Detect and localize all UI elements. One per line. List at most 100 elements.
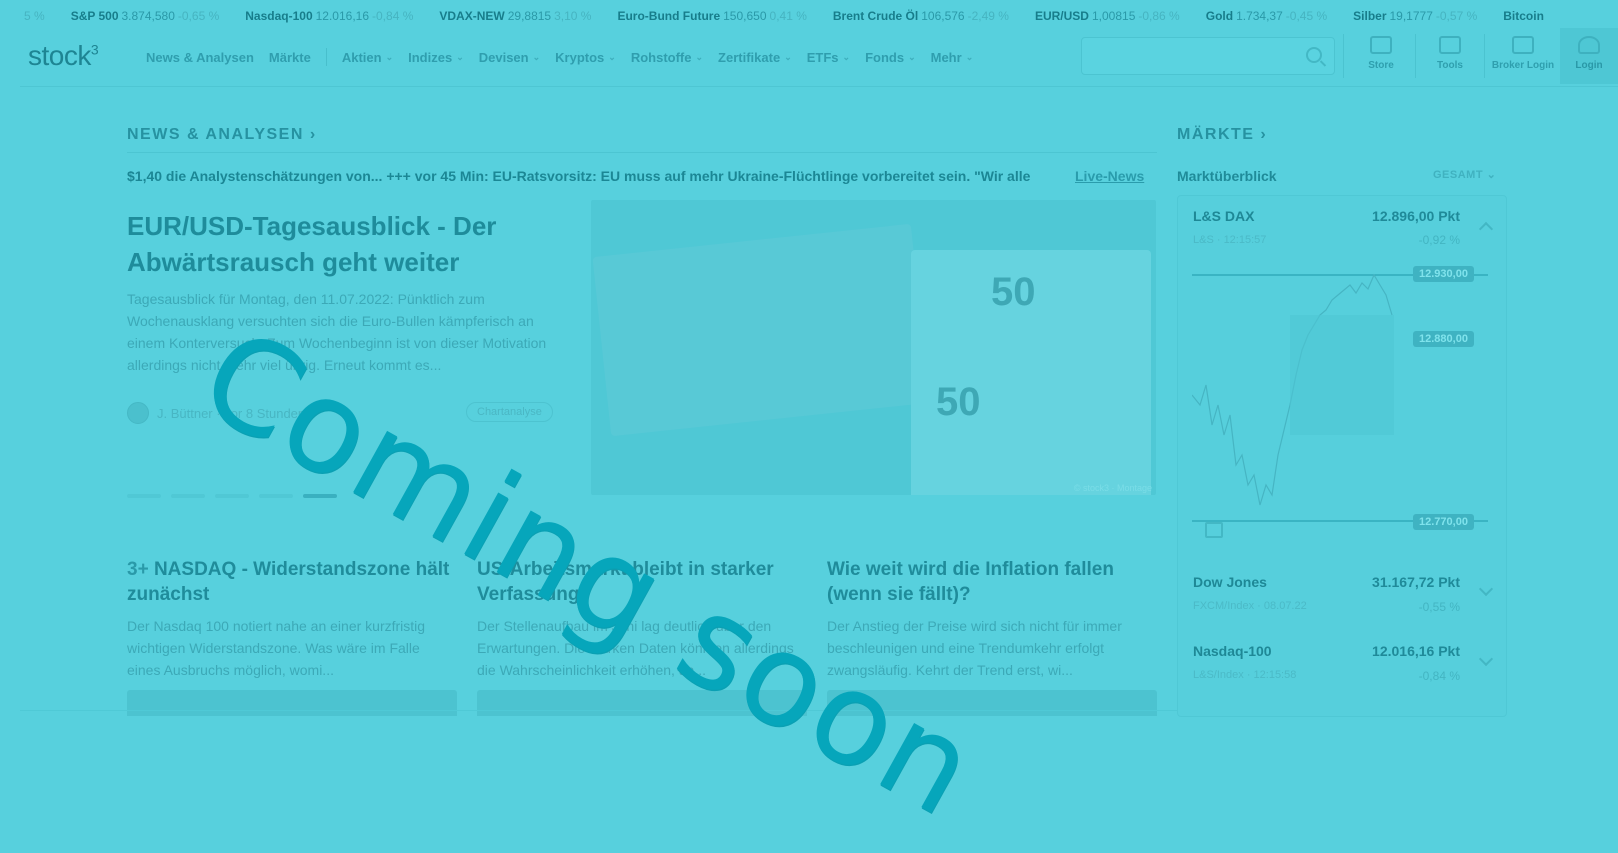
card-title[interactable]: 3+ NASDAQ - Widerstandszone hält zunächs… [127,557,457,607]
ticker-item[interactable]: 5 % [18,0,45,30]
chevron-down-icon: ⌄ [784,51,792,62]
carousel-dot[interactable] [171,494,205,498]
nav-item-indizes[interactable]: Indizes ⌄ [408,50,464,65]
site-header: stock3 News & Analysen Märkte Aktien ⌄ Indiz… [20,28,1618,87]
ticker-item[interactable]: Silber 19,1777 -0,57 % [1353,0,1477,30]
store-button[interactable]: Store [1353,28,1409,84]
tools-label: Tools [1437,60,1463,71]
ticker-item[interactable]: Euro-Bund Future 150,650 0,41 % [617,0,806,30]
nav-label: Aktien [341,49,382,65]
market-time: L&S/Index · 12:15:58 [1193,669,1297,681]
store-icon [1370,36,1392,54]
markets-section-title[interactable]: MÄRKTE › [1177,126,1267,144]
note-value: 50 [936,380,981,424]
chart-price-badge: 12.930,00 [1413,266,1474,282]
nav-label: ETFs [806,49,839,65]
lock-icon[interactable] [1205,522,1223,538]
header-divider [1484,34,1485,78]
live-news-link[interactable]: Live-News [1075,168,1144,184]
ticker-change: -0,86 % [1138,9,1180,23]
ticker-name: S&P 500 [70,9,119,23]
ticker-item[interactable]: Gold 1.734,37 -0,45 % [1206,0,1327,30]
carousel-dot[interactable] [127,494,161,498]
market-value: 12.896,00 Pkt [1372,208,1460,224]
card-image[interactable] [127,690,457,716]
nav-item-zertifikate[interactable]: Zertifikate ⌄ [718,50,792,65]
nav-item-etfs[interactable]: ETFs ⌄ [807,50,850,65]
nav-label: Märkte [268,49,311,65]
market-value: 31.167,72 Pkt [1372,574,1460,590]
ticker-item[interactable]: EUR/USD 1,00815 -0,86 % [1035,0,1180,30]
card-teaser: Der Nasdaq 100 notiert nahe an einer kur… [127,618,426,678]
ticker-item[interactable]: Bitcoin [1503,0,1550,30]
nav-label: Devisen [478,49,529,65]
header-divider [1415,34,1416,78]
nav-item-kryptos[interactable]: Kryptos ⌄ [555,50,616,65]
nav-item-rohstoffe[interactable]: Rohstoffe ⌄ [631,50,703,65]
market-time: L&S · 12:15:57 [1193,234,1267,246]
broker-login-button[interactable]: Broker Login [1486,28,1560,84]
store-label: Store [1368,60,1394,71]
ticker-item[interactable]: VDAX-NEW 29,8815 3,10 % [439,0,591,30]
chevron-down-icon: ⌄ [908,51,916,62]
nav-item-fonds[interactable]: Fonds ⌄ [865,50,916,65]
news-ticker-line[interactable]: $1,40 die Analystenschätzungen von... ++… [127,168,1157,184]
ticker-change: -0,65 % [177,9,220,23]
nav-item-mehr[interactable]: Mehr ⌄ [931,50,974,65]
grid-icon [1439,36,1461,54]
nav-item-aktien[interactable]: Aktien ⌄ [342,50,393,65]
ticker-name: Euro-Bund Future [617,9,721,23]
logo[interactable]: stock3 [28,40,99,72]
chevron-down-icon: ⌄ [385,51,394,62]
market-name[interactable]: Dow Jones [1193,574,1267,590]
broker-login-label: Broker Login [1491,60,1555,71]
hero-title[interactable]: EUR/USD-Tagesausblick - Der Abwärtsrausc… [127,208,557,280]
market-time: FXCM/Index · 08.07.22 [1193,600,1307,612]
chevron-down-icon: ⌄ [965,51,974,62]
market-name[interactable]: Nasdaq-100 [1193,643,1272,659]
ticker-item[interactable]: S&P 500 3.874,580 -0,65 % [71,0,220,30]
ticker-name: Nasdaq-100 [245,9,313,23]
market-change: -0,92 % [1418,233,1460,247]
category-tag[interactable]: Chartanalyse [466,402,553,422]
header-divider [1343,34,1344,78]
card-title[interactable]: Wie weit wird die Inflation fallen (wenn… [827,557,1157,607]
login-button[interactable]: Login [1560,28,1618,84]
ticker-item[interactable]: Brent Crude Öl 106,576 -2,49 % [833,0,1009,30]
avatar [127,402,149,424]
nav-item-news-analysen[interactable]: News & Analysen [146,50,254,65]
ticker-name: Gold [1205,9,1234,23]
main-nav: News & Analysen Märkte Aktien ⌄ Indizes ⌄ Devi… [146,28,988,86]
hero-image[interactable]: 50 50 © stock3 · Montage [591,200,1156,495]
carousel-dot[interactable] [259,494,293,498]
ticker-change: -0,84 % [372,9,414,23]
market-ticker: 5 % S&P 500 3.874,580 -0,65 % Nasdaq-100 12.0… [0,0,1618,30]
ticker-change: 3,10 % [554,9,592,23]
nav-item-märkte[interactable]: Märkte [269,50,311,65]
ticker-change: 5 % [24,9,45,23]
nav-label: Mehr [930,49,962,65]
wallet-icon [1512,36,1534,54]
news-card[interactable]: 3+ NASDAQ - Widerstandszone hält zunächs… [127,557,457,681]
tools-button[interactable]: Tools [1422,28,1478,84]
market-name[interactable]: L&S DAX [1193,208,1254,224]
nav-label: Fonds [865,49,905,65]
chevron-down-icon: ⌄ [532,51,541,62]
nav-item-devisen[interactable]: Devisen ⌄ [479,50,540,65]
ticker-value: 12.016,16 [315,9,370,23]
search-input[interactable] [1081,37,1335,75]
chevron-down-icon: ⌄ [695,51,704,62]
search-icon[interactable] [1306,47,1322,63]
ticker-value: 150,650 [723,9,767,23]
ticker-name: Brent Crude Öl [832,9,919,23]
news-section-title[interactable]: NEWS & ANALYSEN › [127,126,317,144]
market-filter-select[interactable]: GESAMT ⌄ [1433,168,1496,181]
chevron-down-icon: ⌄ [608,51,616,62]
ticker-item[interactable]: Nasdaq-100 12.016,16 -0,84 % [245,0,413,30]
ticker-value: 19,1777 [1389,9,1433,23]
ticker-change: -0,57 % [1435,9,1478,23]
chevron-down-icon: ⌄ [842,51,851,62]
chevron-down-icon: ⌄ [456,51,464,62]
carousel-dot[interactable] [215,494,249,498]
ticker-value: 3.874,580 [121,9,175,23]
